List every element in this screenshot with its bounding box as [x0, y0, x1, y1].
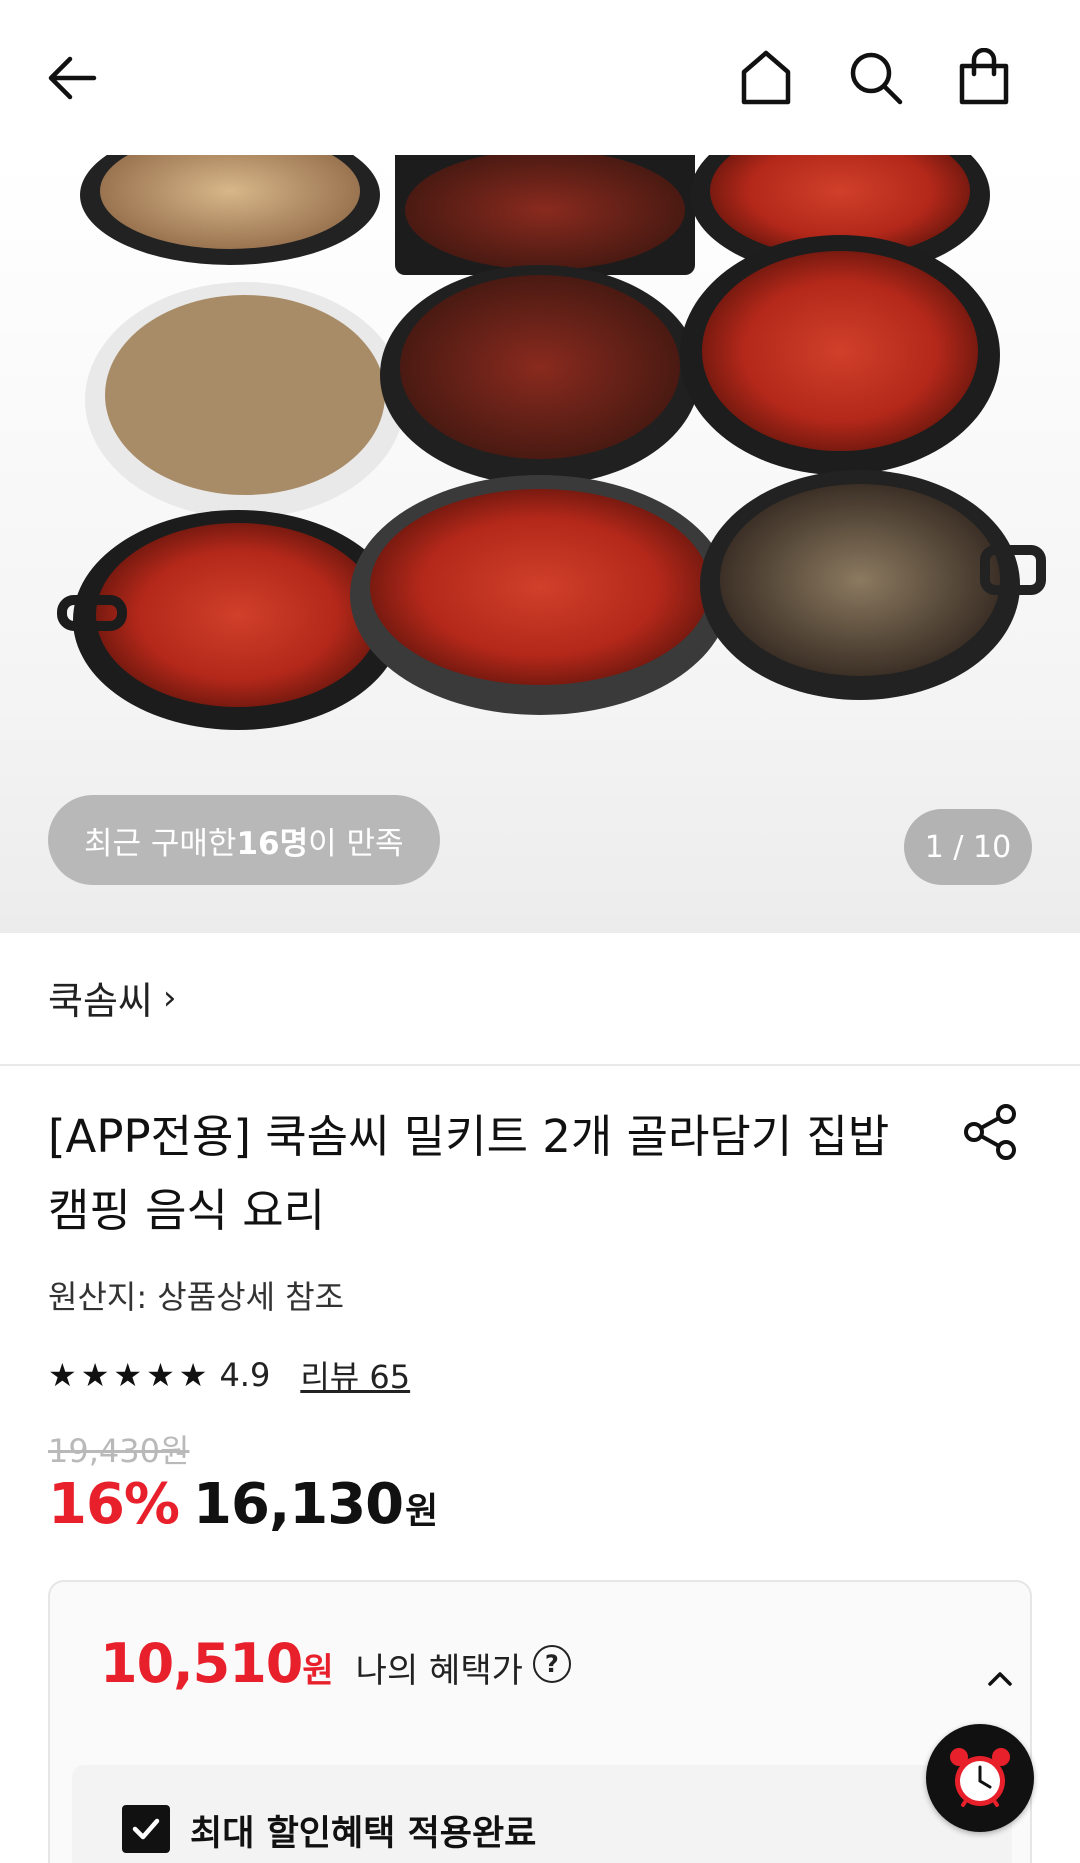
checkmark-icon	[132, 1818, 160, 1840]
top-app-bar	[0, 0, 1080, 155]
help-icon[interactable]: ?	[532, 1644, 571, 1683]
share-icon	[964, 1104, 1016, 1160]
star-icon: ★	[146, 1356, 175, 1394]
reviews-link[interactable]: 리뷰 65	[300, 1352, 410, 1398]
shopping-bag-icon	[959, 48, 1009, 105]
satisfaction-suffix: 이 만족	[308, 825, 404, 862]
satisfaction-badge: 최근 구매한 16명 이 만족	[48, 795, 440, 885]
benefit-header: 10,510 원 나의 혜택가 ?	[100, 1632, 571, 1695]
max-discount-checkbox[interactable]	[122, 1805, 170, 1853]
price-unit: 원	[405, 1491, 439, 1532]
image-page-indicator: 1 / 10	[904, 809, 1032, 885]
benefit-price: 10,510	[100, 1632, 303, 1695]
product-title: [APP전용] 쿡솜씨 밀키트 2개 골라담기 집밥 캠핑 음식 요리	[48, 1110, 890, 1237]
rating-score: 4.9	[219, 1356, 271, 1394]
rating-row: ★ ★ ★ ★ ★ 4.9 리뷰 65	[48, 1352, 410, 1398]
satisfaction-count: 16명	[236, 825, 309, 862]
product-image-gallery[interactable]: 최근 구매한 16명 이 만족 1 / 10	[0, 155, 1080, 933]
star-icon: ★	[80, 1356, 110, 1394]
chevron-right-icon: ›	[162, 977, 177, 1018]
share-button[interactable]	[960, 1102, 1030, 1172]
discount-rate: 16%	[48, 1472, 180, 1537]
sale-price: 16,130	[193, 1472, 404, 1537]
home-button[interactable]	[728, 40, 804, 116]
star-icon: ★	[178, 1356, 208, 1394]
cart-button[interactable]	[946, 40, 1022, 116]
benefit-price-unit: 원	[302, 1651, 334, 1691]
home-icon	[741, 50, 791, 105]
original-price: 19,430원	[48, 1432, 190, 1470]
seller-link[interactable]: 쿡솜씨 ›	[48, 970, 177, 1025]
collapse-toggle[interactable]	[980, 1658, 1020, 1698]
applied-discount-row: 최대 할인혜택 적용완료	[72, 1765, 1012, 1863]
search-button[interactable]	[838, 40, 914, 116]
alarm-clock-icon	[950, 1748, 1010, 1807]
search-icon	[850, 52, 903, 105]
satisfaction-prefix: 최근 구매한	[84, 825, 237, 862]
chevron-up-icon	[988, 1672, 1012, 1686]
benefit-label: 나의 혜택가	[355, 1651, 523, 1691]
applied-discount-label: 최대 할인혜택 적용완료	[190, 1814, 537, 1854]
alarm-fab-button[interactable]	[926, 1724, 1034, 1832]
price-row: 16% 16,130 원	[48, 1472, 438, 1537]
arrow-left-icon	[48, 56, 97, 100]
back-button[interactable]	[34, 40, 110, 116]
star-icon: ★	[113, 1356, 143, 1394]
divider	[0, 1064, 1080, 1066]
rating-stars: ★ ★ ★ ★ ★	[48, 1359, 207, 1391]
star-icon: ★	[48, 1356, 77, 1394]
seller-name: 쿡솜씨	[48, 979, 153, 1023]
origin-info: 원산지: 상품상세 참조	[48, 1278, 345, 1316]
